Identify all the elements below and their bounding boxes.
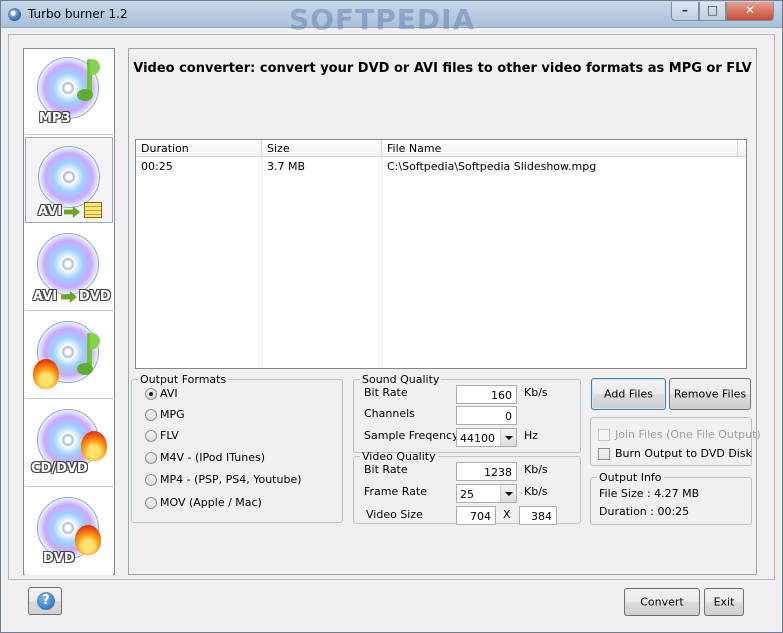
app-icon bbox=[8, 8, 21, 21]
table-row[interactable]: 00:25 3.7 MB C:\Softpedia\Softpedia Slid… bbox=[136, 158, 746, 175]
row-file-name: C:\Softpedia\Softpedia Slideshow.mpg bbox=[387, 160, 597, 173]
video-bit-rate-label: Bit Rate bbox=[364, 463, 408, 476]
close-button[interactable]: ✕ bbox=[726, 2, 774, 21]
frame-rate-unit: Kb/s bbox=[524, 485, 548, 498]
radio-icon bbox=[145, 452, 157, 464]
exit-button[interactable]: Exit bbox=[704, 588, 744, 616]
column-size[interactable]: Size bbox=[262, 140, 382, 157]
radio-icon bbox=[145, 430, 157, 442]
sidebar-item-mp3[interactable]: MP3 bbox=[25, 49, 113, 135]
video-width-input[interactable]: 704 bbox=[456, 506, 496, 525]
convert-button[interactable]: Convert bbox=[624, 588, 700, 616]
add-files-button[interactable]: Add Files bbox=[591, 378, 666, 410]
flame-icon bbox=[81, 431, 107, 461]
frame-rate-label: Frame Rate bbox=[364, 485, 427, 498]
row-size: 3.7 MB bbox=[267, 160, 306, 173]
flame-icon bbox=[75, 525, 101, 555]
remove-files-button[interactable]: Remove Files bbox=[669, 378, 751, 410]
avi-disc-icon bbox=[38, 146, 100, 208]
video-size-label: Video Size bbox=[366, 508, 423, 521]
sidebar-item-label-left: AVI bbox=[33, 289, 58, 304]
video-bit-rate-input[interactable]: 1238 bbox=[456, 462, 517, 481]
softpedia-watermark: SOFTPEDIA bbox=[289, 3, 476, 36]
minimize-icon: – bbox=[682, 3, 688, 17]
close-icon: ✕ bbox=[744, 3, 756, 17]
file-list-header: Duration Size File Name bbox=[136, 140, 746, 157]
sound-quality-title: Sound Quality bbox=[362, 373, 440, 386]
column-file-name[interactable]: File Name bbox=[382, 140, 738, 157]
frame-rate-select[interactable]: 25 bbox=[456, 484, 517, 503]
avi-to-dvd-icon bbox=[37, 233, 99, 295]
sidebar-item-label: CD/DVD bbox=[31, 461, 88, 476]
radio-icon bbox=[145, 409, 157, 421]
chevron-down-icon bbox=[500, 429, 516, 446]
output-formats-title: Output Formats bbox=[140, 373, 227, 386]
row-duration: 00:25 bbox=[141, 160, 173, 173]
sidebar-item-avi-to-dvd[interactable]: AVI DVD bbox=[25, 225, 113, 311]
main-window: Turbo burner 1.2 SOFTPEDIA – □ ✕ MP3 AVI… bbox=[0, 0, 783, 633]
video-size-separator: X bbox=[503, 508, 511, 521]
minimize-button[interactable]: – bbox=[671, 2, 699, 21]
video-quality-title: Video Quality bbox=[362, 450, 436, 463]
sound-bit-rate-unit: Kb/s bbox=[524, 386, 548, 399]
radio-icon bbox=[145, 497, 157, 509]
sidebar-item-cd-dvd[interactable]: CD/DVD bbox=[25, 401, 113, 487]
sidebar: MP3 AVI AVI DVD CD/DVD DVD bbox=[23, 48, 115, 575]
sound-bit-rate-input[interactable]: 160 bbox=[456, 385, 517, 404]
channels-input[interactable]: 0 bbox=[456, 406, 517, 425]
output-file-size: File Size : 4.27 MB bbox=[599, 487, 700, 500]
video-bit-rate-unit: Kb/s bbox=[524, 463, 548, 476]
chevron-down-icon bbox=[500, 485, 516, 502]
column-duration[interactable]: Duration bbox=[136, 140, 262, 157]
video-height-input[interactable]: 384 bbox=[519, 506, 557, 525]
output-duration: Duration : 00:25 bbox=[599, 505, 690, 518]
sample-frequency-select[interactable]: 44100 bbox=[456, 428, 517, 447]
flame-icon bbox=[33, 359, 59, 389]
window-title: Turbo burner 1.2 bbox=[28, 7, 128, 21]
sample-frequency-label: Sample Freqency bbox=[364, 429, 459, 442]
file-list[interactable]: Duration Size File Name 00:25 3.7 MB C:\… bbox=[135, 139, 747, 369]
maximize-icon: □ bbox=[706, 3, 719, 17]
output-info-title: Output Info bbox=[599, 471, 662, 484]
sidebar-item-label-right: DVD bbox=[79, 289, 111, 304]
title-bar[interactable]: Turbo burner 1.2 SOFTPEDIA – □ ✕ bbox=[1, 1, 782, 36]
help-button[interactable]: ? bbox=[28, 587, 62, 615]
radio-icon bbox=[145, 474, 157, 486]
music-note-icon bbox=[77, 333, 100, 377]
sidebar-item-dvd[interactable]: DVD bbox=[25, 489, 113, 575]
sidebar-item-label: AVI bbox=[38, 204, 63, 219]
checkbox-icon bbox=[598, 448, 610, 460]
sample-frequency-unit: Hz bbox=[524, 429, 539, 442]
channels-label: Channels bbox=[364, 407, 415, 420]
music-note-icon bbox=[77, 59, 100, 103]
sound-bit-rate-label: Bit Rate bbox=[364, 386, 408, 399]
maximize-button[interactable]: □ bbox=[699, 2, 726, 21]
sidebar-item-burn-audio[interactable] bbox=[25, 313, 113, 399]
checkbox-icon bbox=[598, 429, 610, 441]
radio-selected-icon bbox=[145, 388, 157, 400]
help-icon: ? bbox=[37, 592, 55, 610]
sidebar-item-avi[interactable]: AVI bbox=[25, 137, 113, 223]
sidebar-item-label: MP3 bbox=[39, 111, 71, 126]
sidebar-item-label: DVD bbox=[43, 551, 75, 566]
document-icon bbox=[84, 202, 102, 218]
page-title: Video converter: convert your DVD or AVI… bbox=[133, 61, 752, 76]
